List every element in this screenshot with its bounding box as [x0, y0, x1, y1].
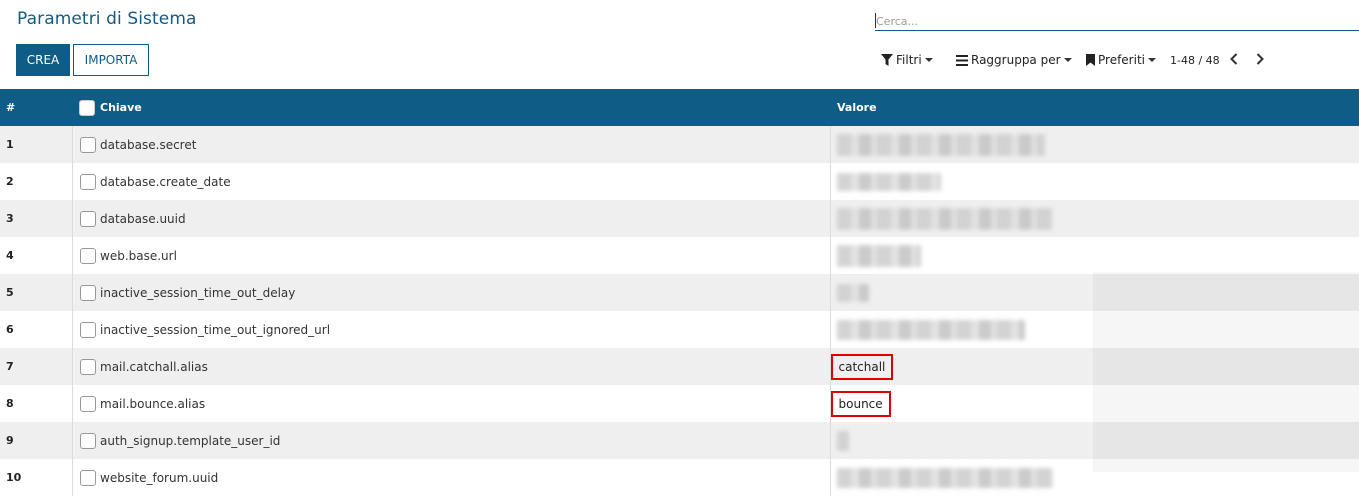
- chevron-down-icon: [1063, 58, 1072, 62]
- column-header-key[interactable]: Chiave: [100, 89, 830, 126]
- search-bar[interactable]: [875, 10, 1359, 32]
- column-header-value[interactable]: Valore: [830, 89, 1359, 126]
- highlighted-value: bounce: [830, 390, 891, 417]
- row-number: 4: [0, 237, 73, 274]
- filters-dropdown[interactable]: Filtri: [881, 50, 933, 70]
- chevron-down-icon: [1148, 58, 1156, 62]
- row-value-redacted: [830, 163, 1359, 200]
- row-key: mail.bounce.alias: [100, 385, 831, 422]
- select-all-checkbox[interactable]: [79, 99, 95, 116]
- row-checkbox[interactable]: [79, 173, 96, 190]
- row-number: 7: [0, 348, 73, 385]
- row-checkbox[interactable]: [79, 247, 96, 264]
- row-value-redacted: [830, 274, 1359, 311]
- create-button[interactable]: CREA: [16, 44, 70, 76]
- group-by-label: Raggruppa per: [971, 53, 1061, 67]
- chevron-right-icon: [1256, 52, 1264, 68]
- filter-icon: [881, 54, 893, 66]
- next-page-button[interactable]: [1252, 50, 1268, 70]
- row-value-redacted: [830, 311, 1359, 348]
- row-key: web.base.url: [100, 237, 831, 274]
- chevron-left-icon: [1230, 52, 1238, 68]
- search-input[interactable]: [875, 11, 1359, 32]
- text-cursor: [875, 13, 876, 28]
- row-checkbox[interactable]: [79, 469, 96, 486]
- row-key: database.create_date: [100, 163, 831, 200]
- row-number: 10: [0, 459, 73, 496]
- table-row[interactable]: 1 database.secret: [0, 126, 1359, 163]
- row-value-redacted: [830, 126, 1359, 163]
- row-value-redacted: [830, 200, 1359, 237]
- list-icon: [956, 54, 968, 66]
- row-key: website_forum.uuid: [100, 459, 831, 496]
- bookmark-icon: [1086, 54, 1095, 66]
- row-checkbox[interactable]: [79, 395, 96, 412]
- row-checkbox[interactable]: [79, 358, 96, 375]
- row-key: auth_signup.template_user_id: [100, 422, 831, 459]
- column-header-number[interactable]: #: [0, 89, 72, 126]
- table-row[interactable]: 2 database.create_date: [0, 163, 1359, 200]
- page-title: Parametri di Sistema: [17, 9, 197, 29]
- row-number: 1: [0, 126, 73, 163]
- row-number: 3: [0, 200, 73, 237]
- row-number: 8: [0, 385, 73, 422]
- table-header: # Chiave Valore: [0, 89, 1359, 126]
- parameters-table: # Chiave Valore 1 database.secret 2 data…: [0, 89, 1359, 496]
- pager-value[interactable]: 1-48 / 48: [1170, 50, 1220, 70]
- filters-label: Filtri: [896, 53, 922, 67]
- table-row[interactable]: 10 website_forum.uuid: [0, 459, 1359, 496]
- table-row[interactable]: 9 auth_signup.template_user_id: [0, 422, 1359, 459]
- favorites-label: Preferiti: [1098, 53, 1145, 67]
- row-checkbox[interactable]: [79, 432, 96, 449]
- row-number: 6: [0, 311, 73, 348]
- group-by-dropdown[interactable]: Raggruppa per: [956, 50, 1072, 70]
- row-key: inactive_session_time_out_ignored_url: [100, 311, 831, 348]
- row-checkbox[interactable]: [79, 136, 96, 153]
- row-number: 5: [0, 274, 73, 311]
- row-number: 9: [0, 422, 73, 459]
- table-row[interactable]: 7 mail.catchall.alias catchall: [0, 348, 1359, 385]
- row-key: inactive_session_time_out_delay: [100, 274, 831, 311]
- favorites-dropdown[interactable]: Preferiti: [1086, 50, 1156, 70]
- table-row[interactable]: 8 mail.bounce.alias bounce: [0, 385, 1359, 422]
- table-row[interactable]: 5 inactive_session_time_out_delay: [0, 274, 1359, 311]
- row-value-redacted: [830, 422, 1359, 459]
- row-value-redacted: [830, 459, 1359, 496]
- previous-page-button[interactable]: [1226, 50, 1242, 70]
- row-checkbox[interactable]: [79, 210, 96, 227]
- row-checkbox[interactable]: [79, 284, 96, 301]
- row-key: database.uuid: [100, 200, 831, 237]
- row-key: mail.catchall.alias: [100, 348, 831, 385]
- row-number: 2: [0, 163, 73, 200]
- row-value-cell: bounce: [830, 385, 1359, 422]
- table-row[interactable]: 6 inactive_session_time_out_ignored_url: [0, 311, 1359, 348]
- chevron-down-icon: [924, 58, 933, 62]
- row-checkbox[interactable]: [79, 321, 96, 338]
- table-row[interactable]: 3 database.uuid: [0, 200, 1359, 237]
- table-row[interactable]: 4 web.base.url: [0, 237, 1359, 274]
- highlighted-value: catchall: [830, 353, 894, 380]
- select-all-cell: [72, 89, 100, 126]
- row-value-cell: catchall: [830, 348, 1359, 385]
- import-button[interactable]: IMPORTA: [73, 44, 149, 76]
- row-key: database.secret: [100, 126, 831, 163]
- row-value-redacted: [830, 237, 1359, 274]
